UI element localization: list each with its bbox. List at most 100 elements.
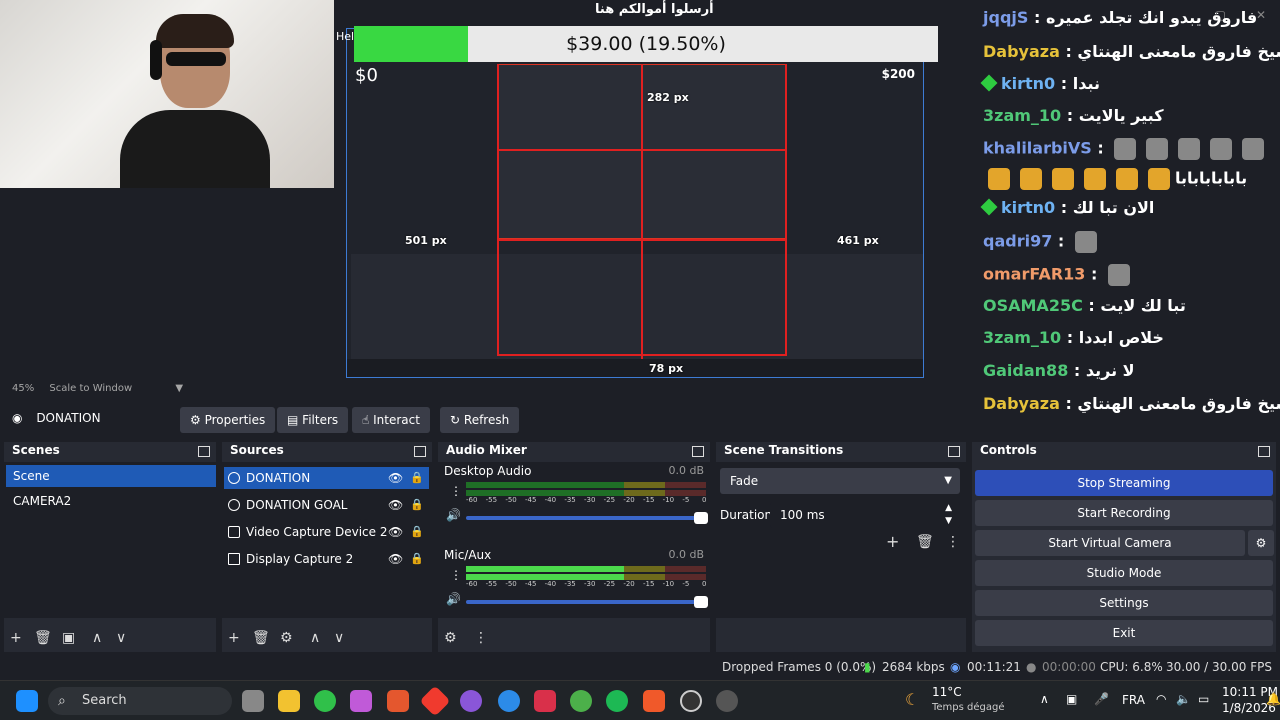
down-icon[interactable]: ∨ — [116, 630, 126, 646]
duration-field[interactable]: 100 ms ▲ ▼ — [770, 502, 960, 528]
microphone-icon[interactable]: 🎤 — [1094, 692, 1109, 706]
chat-username[interactable]: omarFAR13 — [983, 265, 1085, 284]
spotify-icon[interactable] — [606, 690, 628, 712]
advanced-audio-icon[interactable]: ⚙ — [444, 630, 457, 646]
chat-username[interactable]: OSAMA25C — [983, 296, 1083, 315]
speaker-icon[interactable]: 🔊 — [446, 592, 461, 606]
interact-button[interactable]: ☝ Interact — [352, 407, 430, 433]
speaker-icon[interactable]: 🔊 — [446, 508, 461, 522]
trash-icon[interactable]: 🗑 — [916, 534, 934, 550]
virtual-camera-settings-button[interactable]: ⚙ — [1248, 530, 1274, 556]
wifi-icon[interactable]: ◠ — [1156, 692, 1166, 706]
brave-icon[interactable] — [643, 690, 665, 712]
filter-icon[interactable]: ▣ — [62, 630, 75, 646]
task-view-icon[interactable] — [242, 690, 264, 712]
properties-button[interactable]: ⚙ Properties — [180, 407, 276, 433]
spinner-icon[interactable]: ▲ ▼ — [945, 502, 952, 528]
meter-tick-label: -20 — [623, 580, 635, 588]
lock-icon[interactable]: 🔒 — [410, 548, 424, 570]
chat-username[interactable]: Dabyaza — [983, 394, 1060, 413]
chat-text: بابابابابابا — [1175, 168, 1248, 188]
windows-start-icon[interactable] — [16, 690, 38, 712]
whatsapp-icon[interactable] — [570, 690, 592, 712]
source-item-video-capture[interactable]: Video Capture Device 2 👁 🔒 — [224, 521, 429, 543]
undock-icon[interactable] — [198, 446, 210, 457]
chat-username[interactable]: 3zam_10 — [983, 328, 1061, 347]
undock-icon[interactable] — [692, 446, 704, 457]
undock-icon[interactable] — [1258, 446, 1270, 457]
notification-icon[interactable]: 🔔 — [1266, 692, 1280, 706]
chat-username[interactable]: 3zam_10 — [983, 106, 1061, 125]
preview-canvas[interactable]: $0 $39.00 (19.50%) $200 501 px 282 px 46… — [0, 0, 975, 382]
copilot-icon[interactable] — [350, 690, 372, 712]
obs-icon[interactable] — [680, 690, 702, 712]
battery-icon[interactable]: ▭ — [1198, 692, 1209, 706]
refresh-button[interactable]: ↻ Refresh — [440, 407, 520, 433]
meter-tick-label: -30 — [584, 496, 596, 504]
lock-icon[interactable]: 🔒 — [410, 521, 424, 543]
store-icon[interactable] — [387, 690, 409, 712]
eye-icon[interactable]: 👁 — [388, 494, 403, 516]
eye-icon[interactable]: 👁 — [388, 467, 403, 489]
add-icon[interactable]: + — [10, 630, 22, 646]
transition-select[interactable]: Fade ▼ — [720, 468, 960, 494]
eye-icon[interactable]: 👁 — [388, 521, 403, 543]
search-icon: ⌕ — [58, 693, 66, 709]
kebab-menu-icon[interactable]: ⋮ — [450, 484, 462, 498]
close-icon[interactable]: ✕ — [1256, 8, 1266, 22]
app-green-icon[interactable] — [314, 690, 336, 712]
down-icon[interactable]: ∨ — [334, 630, 344, 646]
up-icon[interactable]: ∧ — [310, 630, 320, 646]
undock-icon[interactable] — [414, 446, 426, 457]
chat-username[interactable]: jqqjS — [983, 8, 1028, 27]
chevron-up-icon[interactable]: ∧ — [1040, 692, 1049, 706]
gear-icon[interactable]: ⚙ — [280, 630, 293, 646]
tray-app-icon[interactable]: ▣ — [1066, 692, 1077, 706]
scale-mode[interactable]: Scale to Window — [49, 383, 132, 394]
filters-button[interactable]: ▤ Filters — [277, 407, 349, 433]
trash-icon[interactable]: 🗑 — [34, 630, 52, 646]
taskbar-search[interactable]: ⌕ Search — [48, 687, 232, 715]
chat-username[interactable]: khalilarbiVS — [983, 139, 1092, 158]
edge-icon[interactable] — [498, 690, 520, 712]
volume-slider[interactable] — [466, 596, 708, 608]
app-purple-icon[interactable] — [460, 690, 482, 712]
chat-username[interactable]: kirtn0 — [1001, 198, 1055, 217]
chat-username[interactable]: Dabyaza — [983, 42, 1060, 61]
kebab-menu-icon[interactable]: ⋮ — [946, 534, 960, 550]
app-w-icon[interactable] — [534, 690, 556, 712]
chat-username[interactable]: kirtn0 — [1001, 74, 1055, 93]
moon-weather-icon: ☾ — [905, 690, 920, 709]
settings-button[interactable]: Settings — [975, 590, 1273, 616]
settings-icon[interactable] — [716, 690, 738, 712]
volume-slider[interactable] — [466, 512, 708, 524]
volume-icon[interactable]: 🔈 — [1176, 692, 1191, 706]
file-explorer-icon[interactable] — [278, 690, 300, 712]
chat-username[interactable]: qadri97 — [983, 232, 1052, 251]
exit-button[interactable]: Exit — [975, 620, 1273, 646]
scene-item[interactable]: Scene — [6, 465, 216, 487]
scene-item[interactable]: CAMERA2 — [6, 490, 216, 512]
start-recording-button[interactable]: Start Recording — [975, 500, 1273, 526]
add-icon[interactable]: + — [228, 630, 240, 646]
kebab-menu-icon[interactable]: ⋮ — [450, 568, 462, 582]
kebab-menu-icon[interactable]: ⋮ — [474, 630, 488, 646]
add-icon[interactable]: + — [886, 532, 899, 551]
start-virtual-camera-button[interactable]: Start Virtual Camera — [975, 530, 1245, 556]
app-red-icon[interactable] — [419, 685, 451, 717]
source-item-display-capture[interactable]: Display Capture 2 👁 🔒 — [224, 548, 429, 570]
source-item-donation[interactable]: DONATION 👁 🔒 — [224, 467, 429, 489]
eye-icon[interactable]: 👁 — [388, 548, 403, 570]
lock-icon[interactable]: 🔒 — [410, 494, 424, 516]
undock-icon[interactable] — [948, 446, 960, 457]
up-icon[interactable]: ∧ — [92, 630, 102, 646]
trash-icon[interactable]: 🗑 — [252, 630, 270, 646]
lock-icon[interactable]: 🔒 — [410, 467, 424, 489]
source-item-donation-goal[interactable]: DONATION GOAL 👁 🔒 — [224, 494, 429, 516]
chat-username[interactable]: Gaidan88 — [983, 361, 1068, 380]
studio-mode-button[interactable]: Studio Mode — [975, 560, 1273, 586]
webcam-feed — [0, 0, 334, 188]
chevron-down-icon[interactable]: ▼ — [175, 383, 183, 394]
stop-streaming-button[interactable]: Stop Streaming — [975, 470, 1273, 496]
language-indicator[interactable]: FRA — [1122, 693, 1145, 707]
